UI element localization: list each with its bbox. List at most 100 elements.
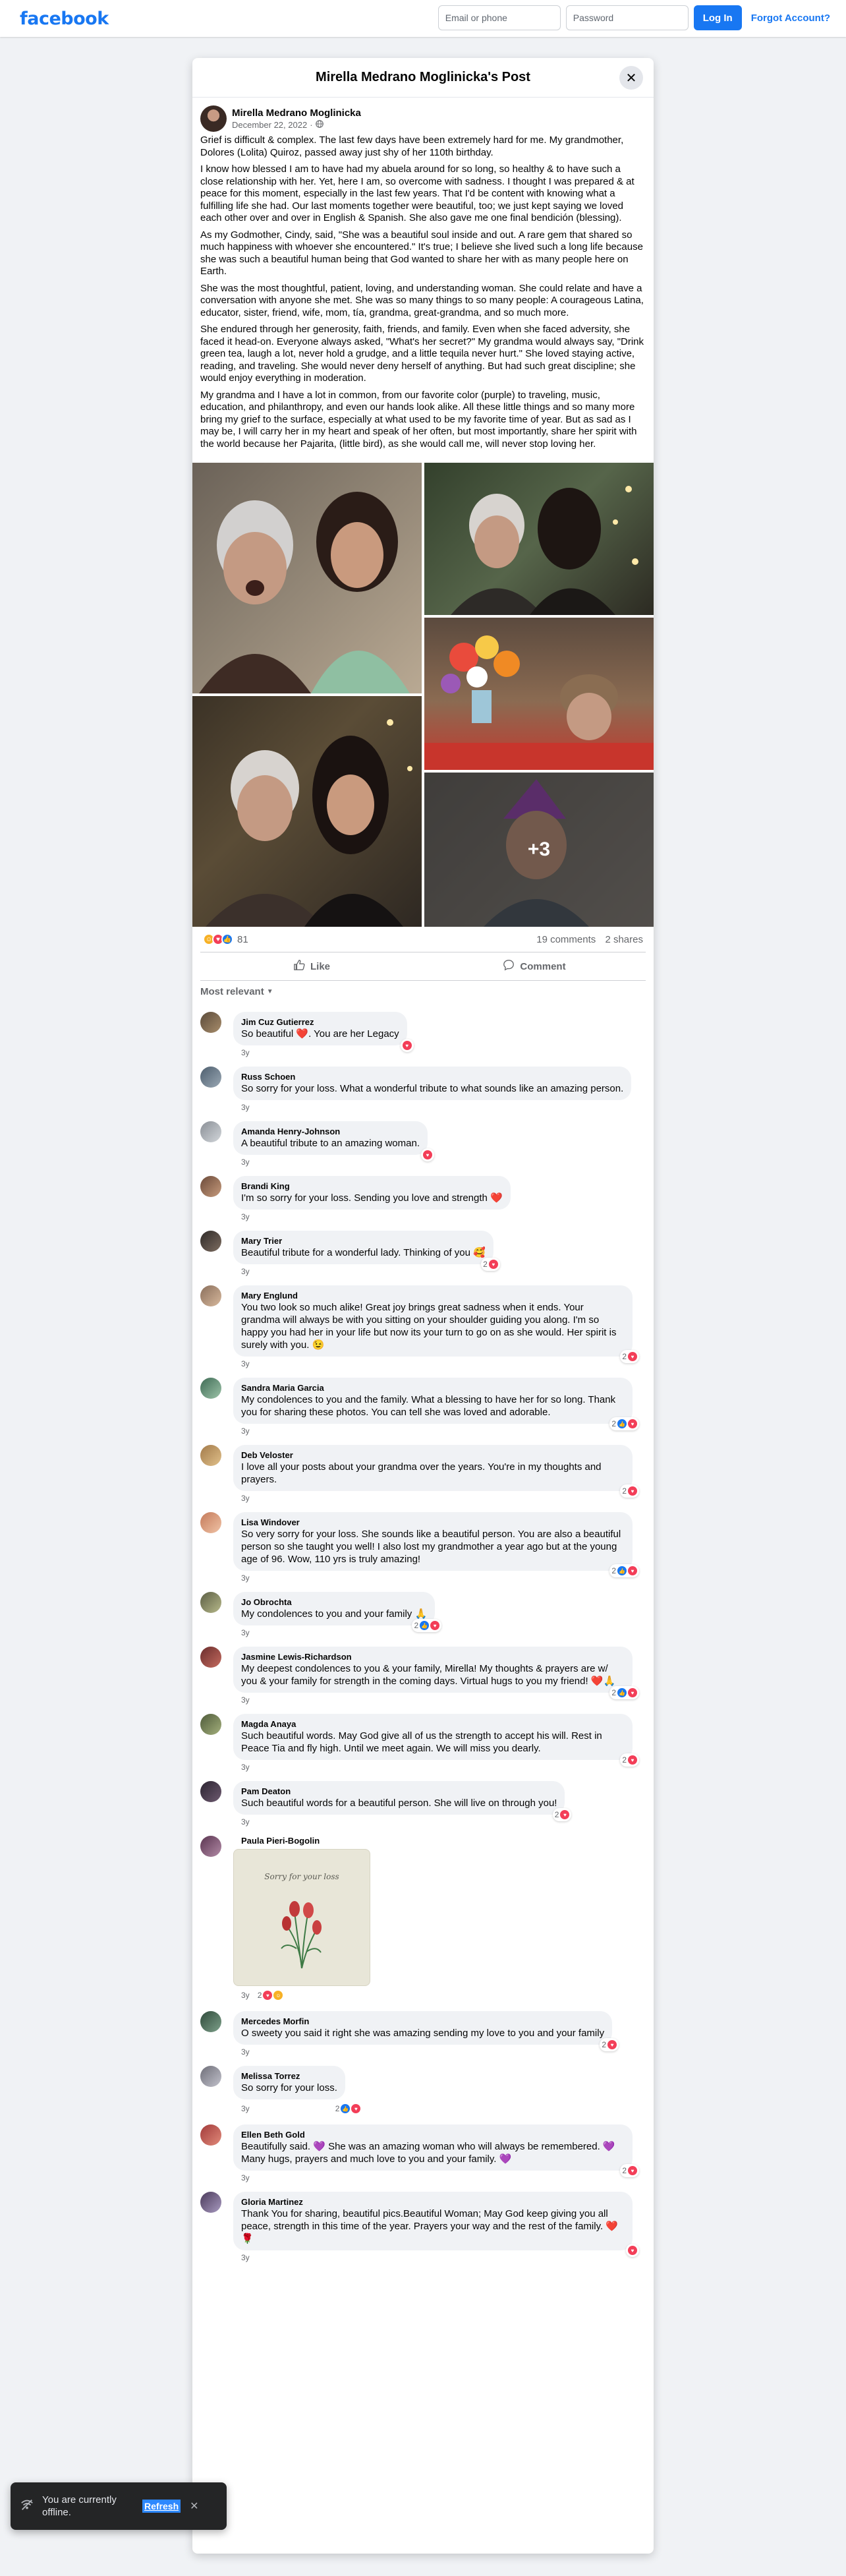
commenter-avatar[interactable] — [200, 1836, 221, 1857]
comment-item: Paula Pieri-Bogolin Sorry for your loss — [192, 1836, 654, 2002]
comment-time[interactable]: 3y — [241, 1573, 250, 1583]
comment-time[interactable]: 3y — [241, 1695, 250, 1705]
refresh-button[interactable]: Refresh — [142, 2500, 181, 2513]
commenter-name[interactable]: Jasmine Lewis-Richardson — [241, 1652, 625, 1662]
comment-time[interactable]: 3y — [241, 1359, 250, 1368]
login-button[interactable]: Log In — [693, 5, 742, 30]
commenter-avatar[interactable] — [200, 1176, 221, 1197]
commenter-name[interactable]: Paula Pieri-Bogolin — [233, 1836, 646, 1846]
comment-reactions[interactable]: 2 ♥ — [620, 1484, 639, 1498]
commenter-avatar[interactable] — [200, 2192, 221, 2213]
comment-time[interactable]: 3y — [241, 1103, 250, 1112]
forgot-account-link[interactable]: Forgot Account? — [751, 13, 830, 24]
comment-reactions[interactable]: 2 ♥ — [620, 1753, 639, 1767]
commenter-avatar[interactable] — [200, 1231, 221, 1252]
comment-time[interactable]: 3y — [241, 1048, 250, 1057]
commenter-name[interactable]: Mary Trier — [241, 1236, 486, 1246]
comments-count[interactable]: 19 comments — [536, 934, 596, 945]
commenter-avatar[interactable] — [200, 1647, 221, 1668]
close-icon[interactable]: ✕ — [190, 2500, 198, 2513]
commenter-name[interactable]: Lisa Windover — [241, 1517, 625, 1528]
comment-time[interactable]: 3y — [241, 1628, 250, 1637]
comment-reactions[interactable]: 2 👍 ♥ — [609, 1686, 639, 1699]
commenter-avatar[interactable] — [200, 1781, 221, 1802]
commenter-avatar[interactable] — [200, 1121, 221, 1142]
commenter-name[interactable]: Gloria Martinez — [241, 2197, 625, 2208]
commenter-name[interactable]: Deb Veloster — [241, 1450, 625, 1461]
comment-time[interactable]: 3y — [241, 1267, 250, 1276]
comment-time[interactable]: 3y — [241, 1157, 250, 1167]
commenter-avatar[interactable] — [200, 1285, 221, 1306]
comment-time[interactable]: 3y — [241, 1426, 250, 1436]
comment-bubble: Lisa Windover So very sorry for your los… — [233, 1512, 639, 1577]
commenter-avatar[interactable] — [200, 2066, 221, 2087]
commenter-avatar[interactable] — [200, 1714, 221, 1735]
author-avatar[interactable] — [200, 105, 227, 132]
email-field[interactable] — [437, 5, 561, 30]
commenter-name[interactable]: Pam Deaton — [241, 1786, 557, 1797]
photo-2[interactable] — [424, 463, 654, 615]
commenter-name[interactable]: Russ Schoen — [241, 1072, 623, 1082]
reaction-summary[interactable]: ☺ ♥ 👍 81 — [203, 933, 248, 945]
like-button[interactable]: Like — [200, 952, 423, 980]
comment-time[interactable]: 3y — [241, 1494, 250, 1503]
commenter-avatar[interactable] — [200, 2124, 221, 2146]
commenter-avatar[interactable] — [200, 2011, 221, 2032]
more-photos-overlay[interactable]: +3 — [424, 773, 654, 927]
comment-time[interactable]: 3y — [241, 1817, 250, 1827]
comment-reactions[interactable]: ♥ — [421, 1148, 434, 1161]
commenter-name[interactable]: Jo Obrochta — [241, 1597, 427, 1608]
commenter-name[interactable]: Amanda Henry-Johnson — [241, 1127, 420, 1137]
photo-4[interactable] — [192, 696, 422, 927]
comment-reactions[interactable]: 2 👍 ♥ — [609, 1417, 639, 1430]
post-paragraph: She endured through her generosity, fait… — [200, 324, 644, 384]
post-date[interactable]: December 22, 2022 — [232, 120, 307, 130]
shares-count[interactable]: 2 shares — [605, 934, 643, 945]
comment-reactions[interactable]: 2 👍 ♥ — [609, 1564, 639, 1577]
comment-reactions[interactable]: 2 👍 ♥ — [412, 1619, 442, 1632]
commenter-avatar[interactable] — [200, 1592, 221, 1613]
facebook-logo[interactable]: facebook — [20, 9, 109, 29]
commenter-avatar[interactable] — [200, 1512, 221, 1533]
comment-time[interactable]: 3y — [241, 2253, 250, 2262]
commenter-avatar[interactable] — [200, 1378, 221, 1399]
commenter-name[interactable]: Magda Anaya — [241, 1719, 625, 1730]
commenter-name[interactable]: Ellen Beth Gold — [241, 2130, 625, 2140]
sympathy-sticker[interactable]: Sorry for your loss — [233, 1849, 370, 1986]
comment-time[interactable]: 3y — [241, 2104, 250, 2113]
comment-sort-dropdown[interactable]: Most relevant ▼ — [192, 981, 654, 1003]
commenter-name[interactable]: Mary Englund — [241, 1291, 625, 1301]
comment-time[interactable]: 3y — [241, 1212, 250, 1221]
comment-reactions[interactable]: 2 ♥ ☺ — [258, 1989, 283, 2002]
commenter-name[interactable]: Sandra Maria Garcia — [241, 1383, 625, 1393]
comment-reactions[interactable]: 2 👍 ♥ — [335, 2102, 361, 2115]
comment-time[interactable]: 3y — [241, 2173, 250, 2182]
comment-reactions[interactable]: 2 ♥ — [552, 1808, 572, 1821]
comment-time[interactable]: 3y — [241, 1763, 250, 1772]
photo-3[interactable] — [424, 618, 654, 770]
comment-time[interactable]: 3y — [241, 1991, 250, 2000]
password-field[interactable] — [565, 5, 689, 30]
comment-time[interactable]: 3y — [241, 2047, 250, 2057]
commenter-name[interactable]: Melissa Torrez — [241, 2071, 337, 2082]
post-author-name[interactable]: Mirella Medrano Moglinicka — [232, 107, 361, 119]
close-dialog-button[interactable]: ✕ — [619, 66, 643, 90]
comment-button[interactable]: Comment — [423, 952, 646, 980]
photo-5[interactable]: +3 — [424, 773, 654, 927]
comment-icon — [503, 959, 515, 974]
comment-reactions[interactable]: 2 ♥ — [620, 1350, 639, 1363]
commenter-name[interactable]: Mercedes Morfin — [241, 2016, 604, 2027]
commenter-avatar[interactable] — [200, 1067, 221, 1088]
comment-reactions[interactable]: 2 ♥ — [600, 2038, 619, 2051]
commenter-name[interactable]: Brandi King — [241, 1181, 503, 1192]
comment-reactions[interactable]: 2 ♥ — [481, 1258, 500, 1271]
comment-reactions[interactable]: ♥ — [626, 2244, 639, 2257]
comment-reactions[interactable]: ♥ — [400, 1039, 414, 1052]
comment-item: Mercedes Morfin O sweety you said it rig… — [192, 2011, 654, 2057]
comment-reactions[interactable]: 2 ♥ — [620, 2164, 639, 2177]
commenter-avatar[interactable] — [200, 1012, 221, 1033]
photo-1[interactable] — [192, 463, 422, 693]
reaction-count: 2 — [622, 2166, 627, 2175]
commenter-avatar[interactable] — [200, 1445, 221, 1466]
commenter-name[interactable]: Jim Cuz Gutierrez — [241, 1017, 399, 1028]
